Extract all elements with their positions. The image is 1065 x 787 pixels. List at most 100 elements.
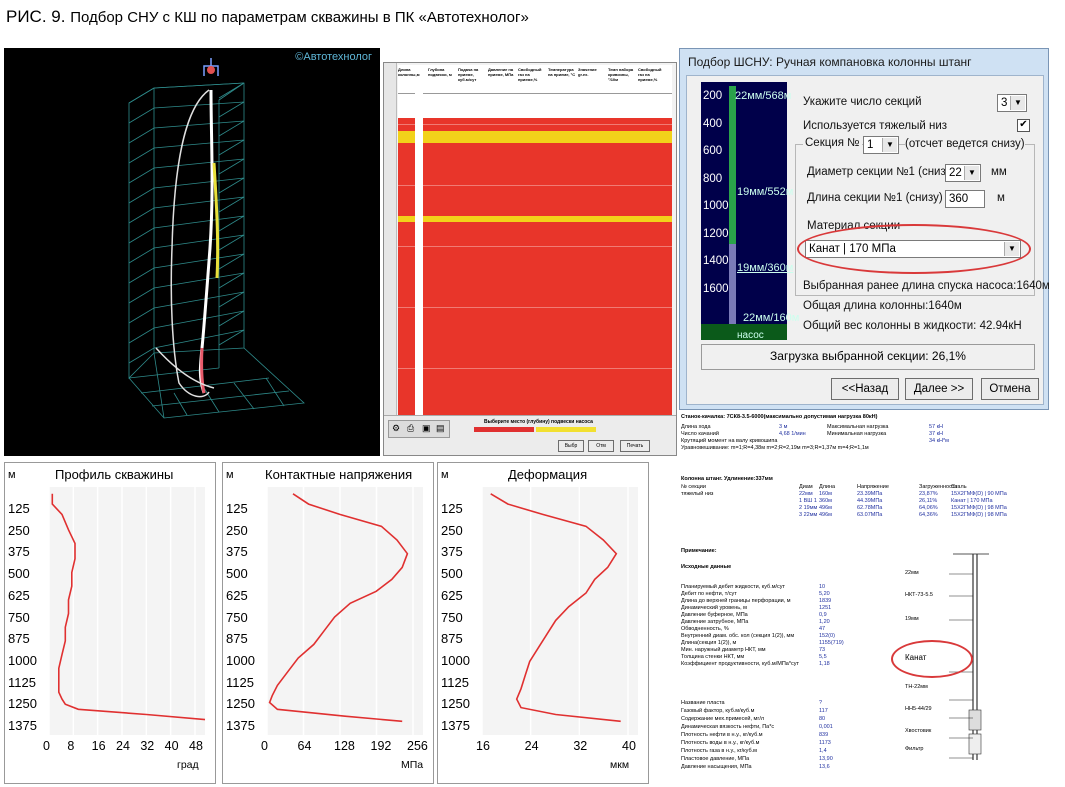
schematic-label: Хвостовик <box>905 728 932 734</box>
figure-caption: РИС. 9. Подбор СНУ с КШ по параметрам ск… <box>6 7 529 27</box>
schematic-label: НКТ-73-5.5 <box>905 592 933 598</box>
report-cell: 63.07МПа <box>857 512 883 518</box>
report-cell: Сталь <box>951 484 967 490</box>
sections-select[interactable]: 3 ▼ <box>997 94 1027 112</box>
report-cell: 47 <box>819 626 826 632</box>
caption-text: Подбор СНУ с КШ по параметрам скважины в… <box>70 9 529 26</box>
rope-highlight-ellipse <box>891 640 973 678</box>
report-cell: Плотность газа в н.у., кг/куб.м <box>681 748 757 754</box>
report-cell: Канат | 170 МПа <box>951 498 993 504</box>
diameter-select[interactable]: 22 ▼ <box>945 164 981 182</box>
report-cell: Уравновешивание: m=1;R=4,38м m=2;R=2,19м… <box>681 445 869 451</box>
report-cell: Число качаний <box>681 431 719 437</box>
report-cell: Минимальная нагрузка <box>827 431 887 437</box>
well-3d-viewer[interactable]: ©Автотехнолог <box>4 48 380 456</box>
pump-depth-text: Выбранная ранее длина спуска насоса:1640… <box>803 280 1050 292</box>
length-input[interactable]: 360 <box>945 190 985 208</box>
report-cell: тяжелый низ <box>681 491 714 497</box>
report-cell: 5,5 <box>819 654 827 660</box>
x-tick-label: 24 <box>524 739 539 753</box>
legend-yellow <box>536 427 596 432</box>
report-column-title: Колонна штанг. Удлинение:337мм <box>681 476 773 482</box>
report-cell: 496м <box>819 512 832 518</box>
row-header-column <box>384 63 397 455</box>
section-no-value: 1 <box>867 139 874 151</box>
report-cell: Максимальная нагрузка <box>827 424 889 430</box>
dialog-title: Подбор ШСНУ: Ручная компановка колонны ш… <box>688 55 972 69</box>
report-panel: Станок-качалка: 7СК8-3.5-6000(максимальн… <box>679 412 1053 784</box>
report-cell: Плотность нефти в н.у., кг/куб.м <box>681 732 763 738</box>
print-button[interactable]: Печать <box>620 440 650 452</box>
x-tick-label: 192 <box>370 739 392 753</box>
x-tick-label: 24 <box>116 739 130 753</box>
table-header-cell: Значение gr.ex. <box>578 67 597 77</box>
report-cell: № секции <box>681 484 706 490</box>
report-cell: 1,4 <box>819 748 827 754</box>
report-cell: Плотность воды в н.у., кг/куб.м <box>681 740 760 746</box>
report-cell: 5,20 <box>819 591 830 597</box>
length-label: Длина секции №1 (снизу) <box>807 192 943 204</box>
report-cell: 3 22мм <box>799 512 818 518</box>
next-button[interactable]: Далее >> <box>905 378 973 400</box>
schematic-label: НН5-44/29 <box>905 706 932 712</box>
report-cell: Крутящий момент на валу кривошипа <box>681 438 778 444</box>
disk-icon[interactable]: ▣ <box>422 423 431 434</box>
sections-value: 3 <box>1001 97 1008 109</box>
highlight-ellipse <box>797 224 1031 274</box>
report-cell: 64,36% <box>919 512 938 518</box>
report-cell: Давление затрубное, МПа <box>681 619 749 625</box>
col-label-4: 22мм/160м <box>743 312 800 324</box>
depth-tick: 1600 <box>703 282 729 295</box>
x-tick-label: 8 <box>67 739 75 753</box>
depth-tick: 1400 <box>703 255 729 267</box>
table-header-cell: Глубина подвески, м <box>428 67 452 77</box>
select-button[interactable]: Выбр <box>558 440 584 452</box>
pump-depth-table[interactable]: Длина колонны,м Глубина подвески, м Подача… <box>383 62 677 456</box>
report-cell: 496м <box>819 505 832 511</box>
col-label-pump: насос <box>737 330 764 341</box>
report-cell: 1251 <box>819 605 832 611</box>
tool-icon[interactable]: ⚙ <box>392 423 400 434</box>
report-cell: 4,68 1/мин <box>779 431 806 437</box>
report-cell: Длина до верхней границы перфорации, м <box>681 598 791 604</box>
report-cell: 1155(719) <box>819 640 844 646</box>
col-label-top: 22мм/568м <box>735 90 792 102</box>
report-cell: 1173 <box>819 740 831 746</box>
plot-2: Деформация м 125 250 375 500 625 750 875 1000 1125… <box>437 462 649 784</box>
rope-segment <box>729 244 736 324</box>
table-footer: ⚙ ⎙ ▣ ▤ Выберите место (глубину) подвеск… <box>384 415 676 455</box>
report-cell: 23.39МПа <box>857 491 883 497</box>
x-tick-label: 16 <box>91 739 106 753</box>
diameter-value: 22 <box>949 167 962 179</box>
depth-tick: 200 <box>703 90 723 102</box>
export-icon[interactable]: ▤ <box>436 423 445 434</box>
back-button[interactable]: <<Назад <box>831 378 899 400</box>
plot-canvas <box>266 487 423 735</box>
total-length-text: Общая длина колонны:1640м <box>803 300 962 312</box>
report-cell: 0,001 <box>819 724 833 730</box>
rod-string-dialog: Подбор ШСНУ: Ручная компановка колонны ш… <box>679 48 1050 410</box>
report-cell: 1 ВШ 1 <box>799 498 817 504</box>
x-tick-label: 128 <box>334 739 355 753</box>
diameter-unit: мм <box>991 166 1007 178</box>
report-cell: Длина <box>819 484 836 490</box>
plot-1: Контактные напряжения м 125 250 375 500 625 750… <box>222 462 434 784</box>
cancel-sheet-button[interactable]: Отм <box>588 440 614 452</box>
report-cell: 57 кН <box>929 424 944 430</box>
report-cell: Название пласта <box>681 700 725 706</box>
depth-tick: 600 <box>703 145 723 157</box>
report-cell: 360м <box>819 498 832 504</box>
cancel-button[interactable]: Отмена <box>981 378 1039 400</box>
table-header-cell: Свободный газ на приеме,% <box>638 67 662 82</box>
x-unit-label: град <box>177 759 199 771</box>
chevron-down-icon: ▼ <box>882 138 897 152</box>
report-cell: Напряжение <box>857 484 889 490</box>
length-value: 360 <box>949 193 969 205</box>
report-cell: 62.78МПа <box>857 505 883 511</box>
heavy-bottom-checkbox[interactable]: ✔ <box>1017 119 1030 132</box>
report-note: Примечание: <box>681 548 717 554</box>
print-icon[interactable]: ⎙ <box>407 423 414 434</box>
report-cell: Толщина стенки НКТ, мм <box>681 654 745 660</box>
section-no-select[interactable]: 1 ▼ <box>863 136 899 154</box>
legend-red <box>474 427 534 432</box>
